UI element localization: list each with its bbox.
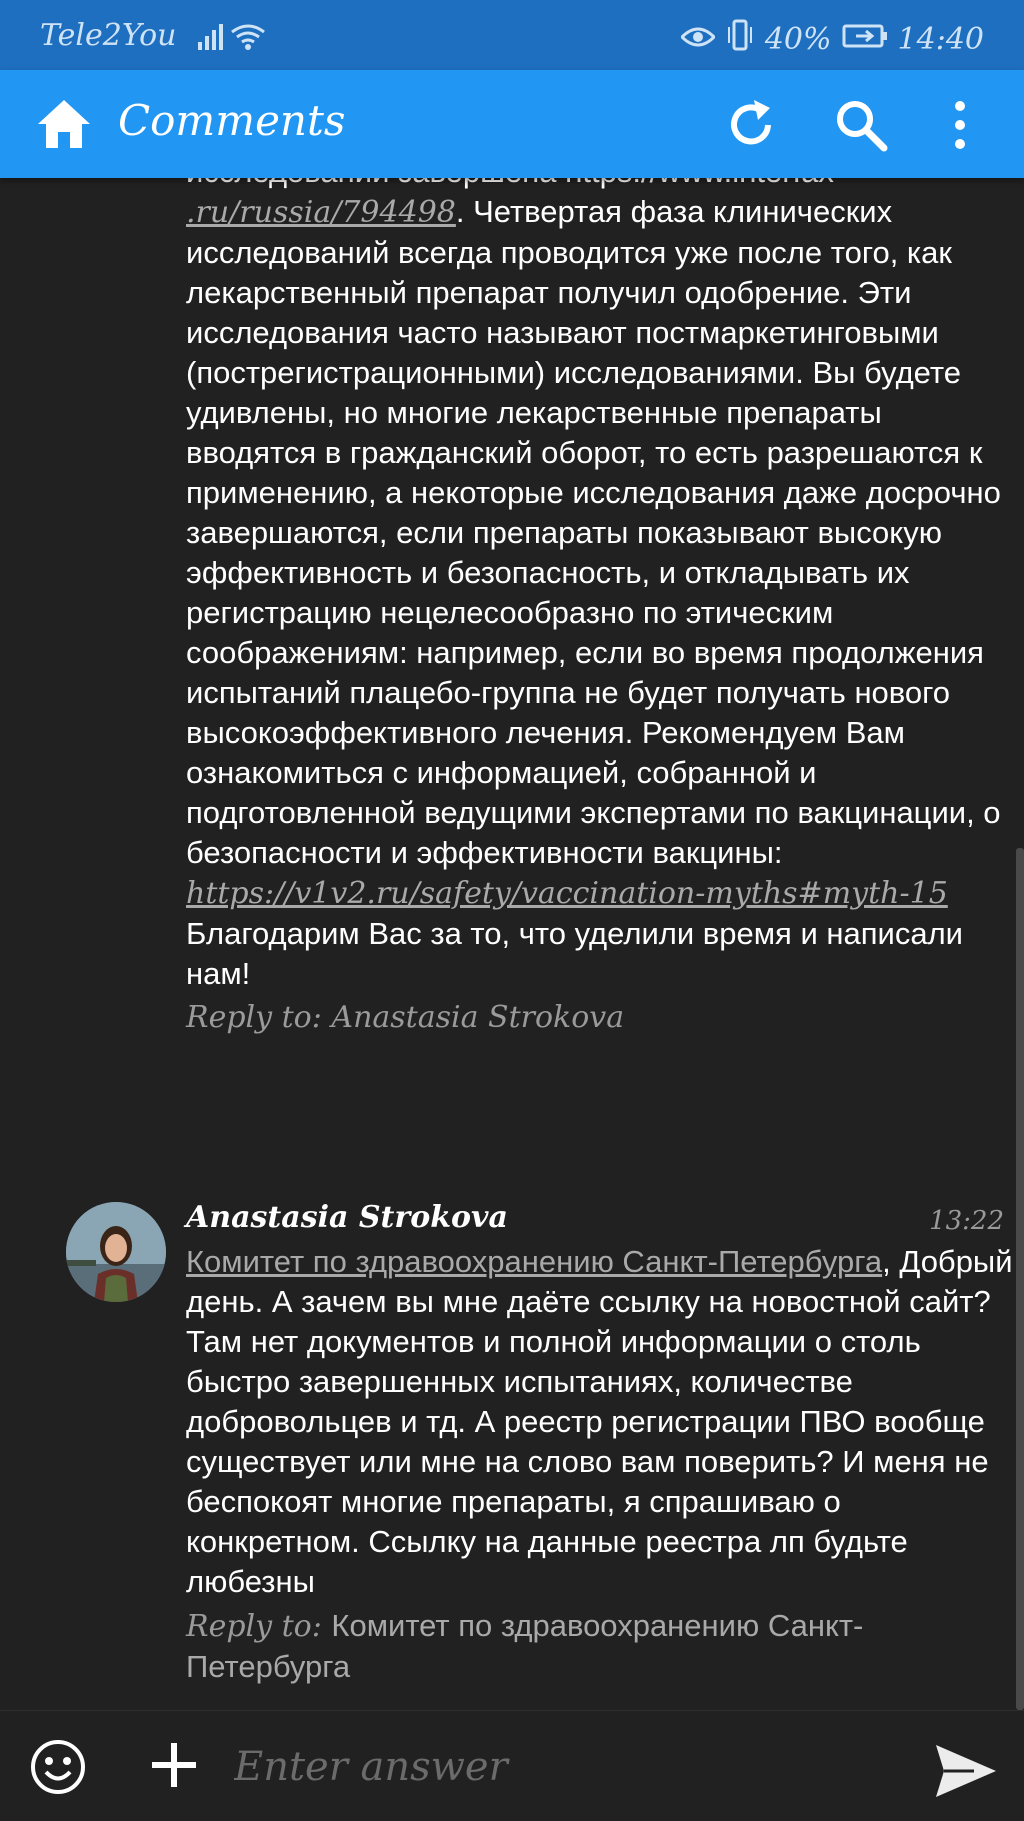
emoji-icon[interactable] [28,1737,88,1797]
reply-to[interactable]: Reply to: Anastasia Strokova [186,998,1014,1038]
refresh-icon[interactable] [722,96,780,154]
composer-bar [0,1710,1024,1821]
comment-link[interactable]: .ru/russia/794498 [186,195,456,230]
more-vert-icon[interactable] [940,96,980,154]
plus-icon[interactable] [148,1739,200,1791]
comment-body: Комитет по здравоохранению Санкт-Петербу… [186,1242,1014,1602]
avatar[interactable] [66,1202,166,1302]
scrollbar[interactable] [1016,848,1024,1710]
reply-label: Reply to: [186,1000,322,1035]
comment-text: , Добрый день. А зачем вы мне даёте ссыл… [186,1244,1013,1599]
comment-text: . Четвертая фаза клинических исследовани… [186,194,1001,870]
home-icon[interactable] [34,94,94,154]
comment-card: исследований завершена https://www.inter… [186,178,1014,1038]
comments-list[interactable]: исследований завершена https://www.inter… [0,178,1014,1710]
answer-input[interactable] [232,1731,916,1803]
comment-card: Комитет по здравоохранению Санкт-Петербу… [186,1200,1014,1688]
comment-closing: Благодарим Вас за то, что уделили время … [186,916,963,991]
reply-to[interactable]: Reply to: Комитет по здравоохранению Сан… [186,1606,1014,1688]
comment-mention[interactable]: Комитет по здравоохранению Санкт-Петербу… [186,1244,882,1279]
status-bar: Tele2You 40% 14:40 [0,0,1024,70]
app-bar: Comments [0,70,1024,178]
page-title: Comments [118,96,346,145]
comment-body: исследований завершена https://www.inter… [186,178,1014,994]
reply-target: Anastasia Strokova [331,1000,625,1035]
clock: 14:40 [897,21,984,57]
send-icon[interactable] [934,1743,998,1799]
battery-percent: 40% [764,21,832,57]
signal-wifi-icons [196,20,266,62]
comment-link[interactable]: https://v1v2.ru/safety/vaccination-myths… [186,876,948,911]
battery-icon [842,22,888,57]
comment-partial-line: исследований завершена https://www.inter… [186,178,834,189]
eye-icon [679,22,716,57]
search-icon[interactable] [832,96,890,154]
reply-label: Reply to: [186,1609,322,1644]
vibrate-icon [725,18,755,60]
carrier-name: Tele2You [40,18,177,53]
